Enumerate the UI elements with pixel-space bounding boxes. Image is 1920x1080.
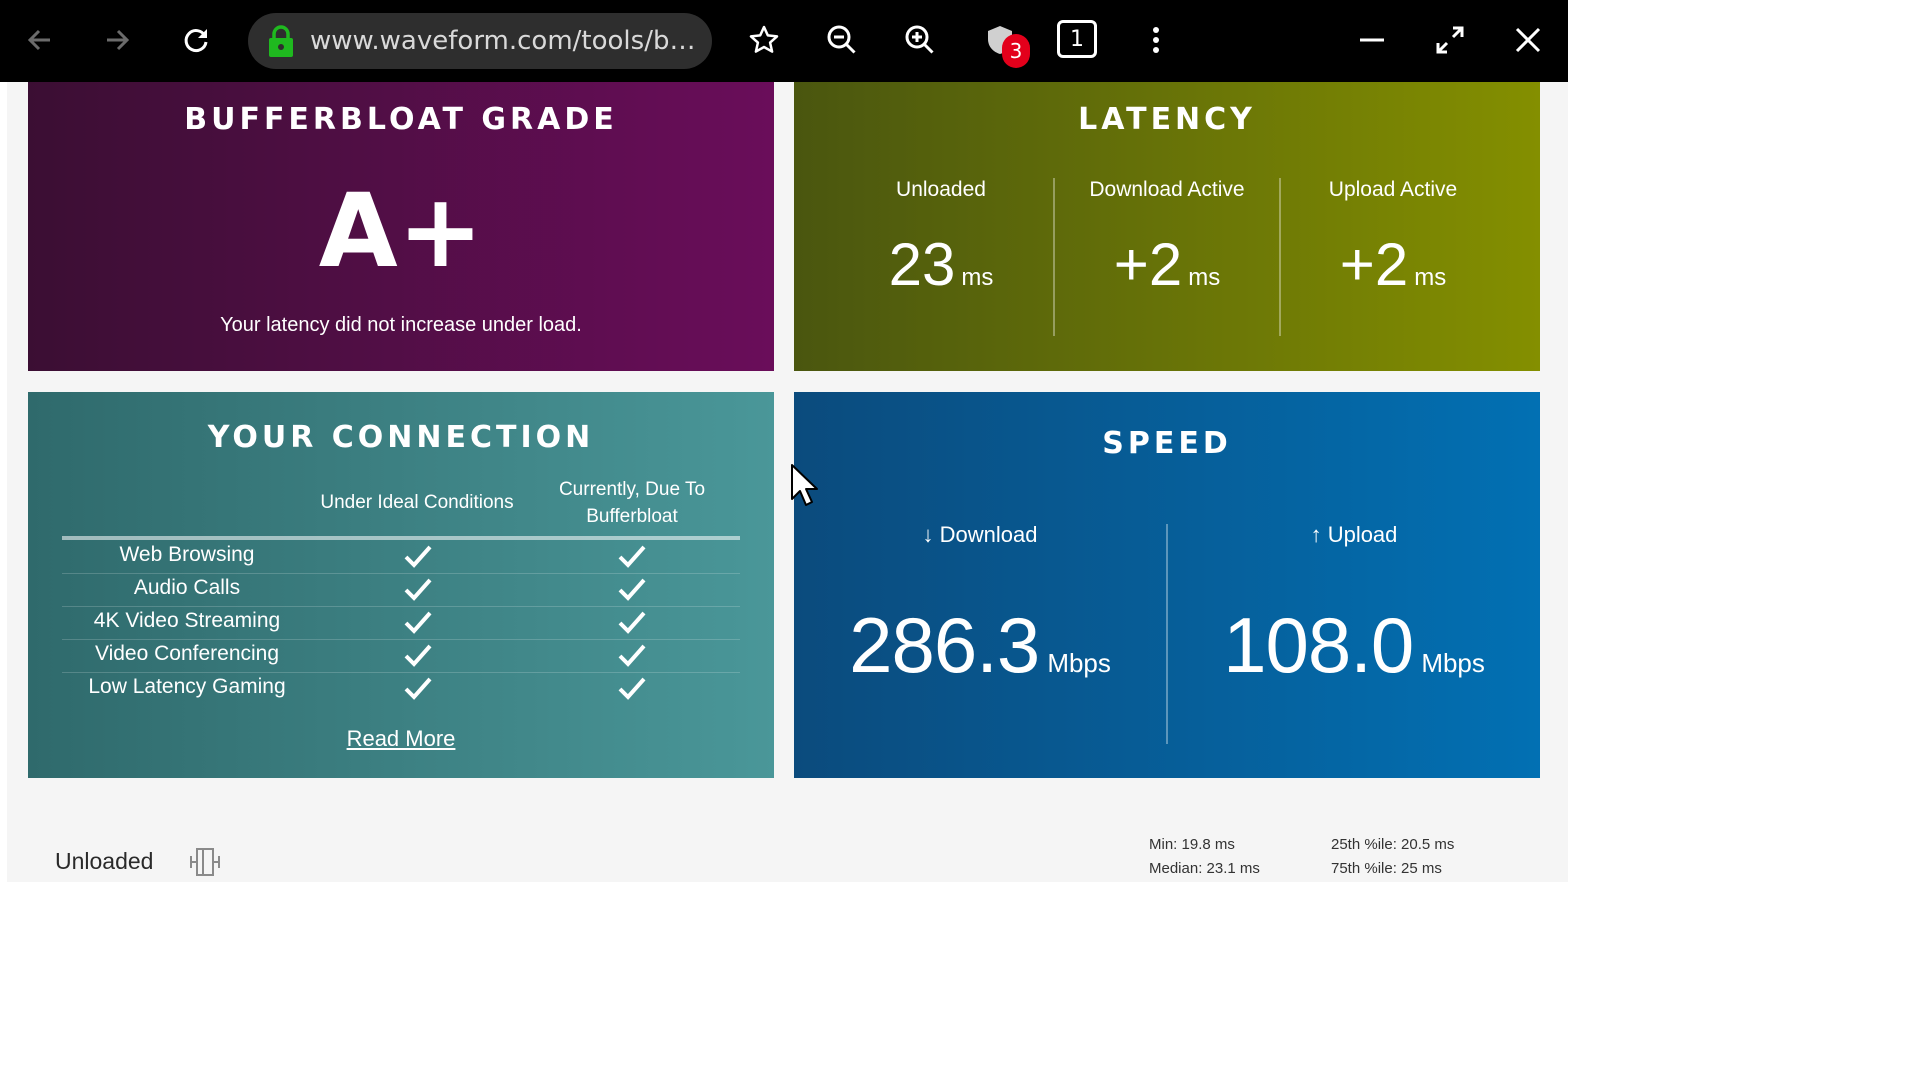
latency-title: LATENCY — [1078, 102, 1256, 137]
reload-icon — [184, 29, 208, 52]
latency-download-active: Download Active +2 ms — [1054, 178, 1280, 336]
check-icon — [618, 644, 646, 667]
download-unit: Mbps — [1047, 648, 1111, 678]
tab-count-button[interactable]: 1 — [1057, 20, 1097, 58]
grade-note: Your latency did not increase under load… — [220, 314, 582, 336]
bookmark-button[interactable] — [744, 20, 784, 60]
arrow-right-icon — [107, 29, 130, 51]
stat-median: Median: 23.1 ms — [1149, 860, 1260, 877]
upload-value: 108.0 — [1223, 601, 1414, 689]
check-icon — [404, 644, 432, 667]
table-row: Video Conferencing — [62, 639, 740, 673]
box-plot-icon — [190, 848, 220, 876]
row-label: Web Browsing — [119, 543, 255, 566]
browser-toolbar: www.waveform.com/tools/bu… 3 1 — [0, 0, 1568, 82]
bufferbloat-grade-card: BUFFERBLOAT GRADE A+ Your latency did no… — [28, 82, 774, 371]
zoom-in-button[interactable] — [900, 20, 940, 60]
back-button[interactable] — [20, 20, 60, 60]
latency-value: +2 — [1113, 231, 1183, 298]
stat-p25: 25th %ile: 20.5 ms — [1331, 836, 1455, 853]
speed-card: SPEED ↓ Download 286.3 Mbps ↑ Upload 108.… — [794, 392, 1540, 778]
speed-upload: ↑ Upload 108.0 Mbps — [1168, 522, 1540, 744]
latency-label: Download Active — [1089, 178, 1245, 201]
header-current: Currently, Due To Bufferbloat — [558, 479, 706, 527]
latency-value: +2 — [1339, 231, 1409, 298]
lock-icon — [269, 25, 293, 57]
minimize-icon — [1360, 38, 1384, 42]
close-window-button[interactable] — [1508, 20, 1548, 60]
connection-card: YOUR CONNECTION Under Ideal Conditions C… — [28, 392, 774, 778]
upload-label: ↑ Upload — [1310, 522, 1398, 547]
download-value: 286.3 — [849, 601, 1040, 689]
check-icon — [404, 611, 432, 634]
latency-unit: ms — [1414, 264, 1447, 291]
table-row: Web Browsing — [62, 540, 740, 574]
table-row: Low Latency Gaming — [62, 672, 740, 705]
minimize-button[interactable] — [1352, 20, 1392, 60]
url-text: www.waveform.com/tools/bu… — [310, 26, 700, 56]
row-label: Low Latency Gaming — [88, 675, 286, 698]
zoom-out-button[interactable] — [822, 20, 862, 60]
row-label: 4K Video Streaming — [93, 609, 281, 632]
star-icon — [749, 25, 779, 53]
forward-button[interactable] — [97, 20, 137, 60]
grade-value: A+ — [318, 172, 484, 291]
latency-card: LATENCY Unloaded 23 ms Download Active +2… — [794, 82, 1540, 371]
stat-p75: 75th %ile: 25 ms — [1331, 860, 1442, 877]
check-icon — [618, 611, 646, 634]
header-ideal: Under Ideal Conditions — [320, 492, 514, 513]
mouse-cursor-icon — [791, 464, 818, 506]
check-icon — [618, 545, 646, 568]
zoom-out-icon — [827, 25, 856, 54]
menu-button[interactable] — [1136, 20, 1176, 60]
latency-unit: ms — [961, 264, 994, 291]
maximize-icon — [1436, 26, 1464, 54]
zoom-in-icon — [905, 25, 934, 54]
row-label: Audio Calls — [133, 576, 241, 599]
maximize-button[interactable] — [1430, 20, 1470, 60]
check-icon — [404, 677, 432, 700]
grade-title: BUFFERBLOAT GRADE — [184, 102, 618, 137]
reload-button[interactable] — [176, 20, 216, 60]
close-icon — [1515, 27, 1541, 53]
latency-label: Unloaded — [896, 178, 986, 201]
shield-count-badge: 3 — [1002, 34, 1030, 68]
unloaded-section-label: Unloaded — [55, 848, 154, 874]
download-label: ↓ Download — [922, 522, 1038, 547]
check-icon — [404, 578, 432, 601]
latency-value: 23 — [888, 231, 956, 298]
speed-title: SPEED — [1102, 426, 1232, 461]
page-content: BUFFERBLOAT GRADE A+ Your latency did no… — [7, 82, 1568, 882]
address-bar[interactable]: www.waveform.com/tools/bu… — [248, 13, 712, 69]
speed-download: ↓ Download 286.3 Mbps — [794, 522, 1166, 744]
check-icon — [618, 677, 646, 700]
arrow-left-icon — [27, 29, 50, 51]
stat-min: Min: 19.8 ms — [1149, 836, 1235, 853]
read-more-link[interactable]: Read More — [28, 726, 774, 752]
upload-unit: Mbps — [1421, 648, 1485, 678]
latency-unloaded: Unloaded 23 ms — [828, 178, 1054, 336]
check-icon — [404, 545, 432, 568]
latency-label: Upload Active — [1328, 178, 1458, 201]
more-vertical-icon — [1153, 27, 1159, 53]
latency-upload-active: Upload Active +2 ms — [1280, 178, 1506, 336]
row-label: Video Conferencing — [94, 642, 280, 665]
latency-unit: ms — [1188, 264, 1221, 291]
table-row: Audio Calls — [62, 573, 740, 607]
table-row: 4K Video Streaming — [62, 606, 740, 640]
check-icon — [618, 578, 646, 601]
connection-title: YOUR CONNECTION — [207, 420, 595, 455]
